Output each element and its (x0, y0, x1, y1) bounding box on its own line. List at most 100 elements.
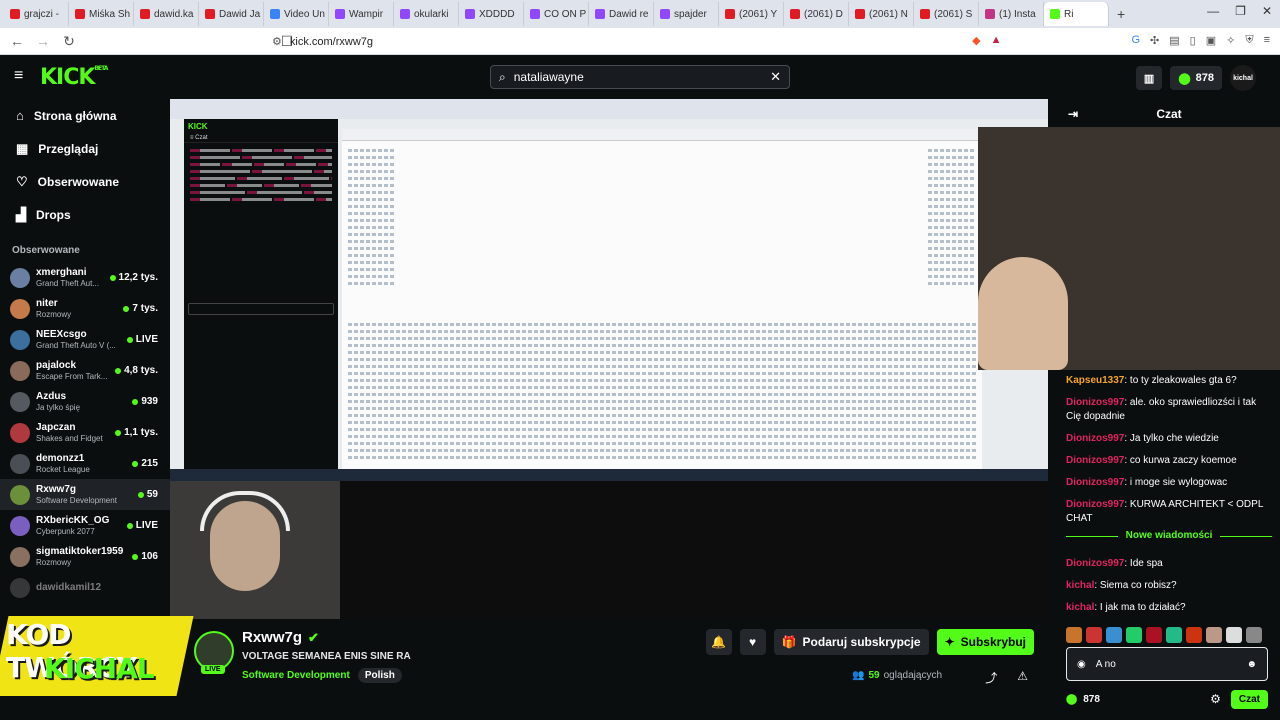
followed-channel[interactable]: dawidkamil12 (0, 572, 170, 603)
leo-icon[interactable]: ✧ (1226, 34, 1235, 47)
kick-logo[interactable]: KICKBETA (40, 65, 108, 90)
emote-7[interactable] (1186, 627, 1202, 643)
playlist-icon[interactable]: ▤ (1169, 34, 1179, 47)
search-input[interactable]: nataliawayne (514, 70, 762, 84)
browser-tab[interactable]: (1) Insta (979, 2, 1044, 26)
notification-button[interactable]: 🔔 (705, 629, 732, 655)
chat-username[interactable]: kichal (1066, 602, 1094, 613)
stream-category[interactable]: Software Development (242, 670, 350, 681)
browser-tab[interactable]: (2061) S (914, 2, 979, 26)
user-avatar[interactable]: kichal (1230, 65, 1256, 91)
browser-tab[interactable]: Dawid re (589, 2, 654, 26)
followed-channel[interactable]: Rxww7g Software Development 59 (0, 479, 170, 510)
emote-5[interactable] (1146, 627, 1162, 643)
emote-9[interactable] (1226, 627, 1242, 643)
browser-tab[interactable]: Wampir (329, 2, 394, 26)
hamburger-menu-icon[interactable]: ≡ (14, 67, 23, 85)
followed-channel[interactable]: demonzz1 Rocket League 215 (0, 448, 170, 479)
collapse-chat-icon[interactable]: ⇥ (1068, 107, 1078, 121)
back-icon[interactable]: ← (8, 33, 26, 49)
browser-tab[interactable]: (2061) D (784, 2, 849, 26)
site-info-icon[interactable]: ⚙ (272, 35, 282, 48)
menu-icon[interactable]: ≡ (1264, 34, 1270, 47)
close-window-icon[interactable]: ✕ (1262, 4, 1272, 18)
minimize-icon[interactable]: — (1207, 4, 1219, 18)
followed-channel[interactable]: RXbericKK_OG Cyberpunk 2077 LIVE (0, 510, 170, 541)
followed-channel[interactable]: pajalock Escape From Tark... 4,8 tys. (0, 355, 170, 386)
browser-tab[interactable]: (2061) N (849, 2, 914, 26)
stream-category-row: Software Development Polish (242, 668, 402, 683)
chat-username[interactable]: Dionizos997 (1066, 558, 1124, 569)
chat-username[interactable]: Dionizos997 (1066, 433, 1124, 444)
chat-username[interactable]: Kapseu1337 (1066, 375, 1124, 386)
clear-search-icon[interactable]: ✕ (770, 69, 781, 85)
follow-button[interactable]: ♥ (739, 629, 766, 655)
chat-username[interactable]: Dionizos997 (1066, 499, 1124, 510)
streamer-name[interactable]: Rxww7g (242, 629, 302, 646)
inbox-button[interactable]: ▥ (1135, 66, 1163, 90)
browser-tab[interactable]: Miśka Sh (69, 2, 134, 26)
forward-icon[interactable]: → (34, 33, 52, 49)
sidebar-nav-item[interactable]: ▦ Przeglądaj (0, 132, 170, 165)
sidebar-nav-item[interactable]: ▟ Drops (0, 198, 170, 231)
browser-tab[interactable]: Dawid Ja (199, 2, 264, 26)
browser-tab[interactable]: XDDDD (459, 2, 524, 26)
wallet-icon[interactable]: ▣ (1206, 34, 1216, 47)
sidebar-nav-item[interactable]: ♡ Obserwowane (0, 165, 170, 198)
url-field[interactable]: ⚙ kick.com/rxww7g (272, 32, 992, 51)
followed-channel[interactable]: Japczan Shakes and Fidget 1,1 tys. (0, 417, 170, 448)
subscribe-button[interactable]: ✦ Subskrybuj (936, 629, 1034, 655)
emote-4[interactable] (1126, 627, 1142, 643)
share-icon[interactable]: ⤴ (985, 669, 997, 686)
chat-input[interactable]: A no (1096, 659, 1237, 670)
brave-shield-icon[interactable]: ◆ (972, 34, 980, 47)
extensions-icon[interactable]: ✣ (1150, 34, 1159, 47)
browser-tab[interactable]: Ri (1044, 2, 1109, 26)
reload-icon[interactable]: ↻ (60, 33, 78, 50)
sidebar-nav-item[interactable]: ⌂ Strona główna (0, 99, 170, 132)
sidebar-icon[interactable]: ▯ (1190, 34, 1196, 47)
gift-sub-button[interactable]: 🎁 Podaruj subskrypcje (773, 629, 929, 655)
channel-avatar (10, 422, 30, 443)
window-controls: — ❐ ✕ (1207, 4, 1272, 18)
chat-username[interactable]: kichal (1066, 580, 1094, 591)
chat-username[interactable]: Dionizos997 (1066, 455, 1124, 466)
chat-settings-icon[interactable]: ⚙ (1210, 692, 1221, 706)
emote-3[interactable] (1106, 627, 1122, 643)
followed-channel[interactable]: Azdus Ja tylko śpię 939 (0, 386, 170, 417)
emote-10[interactable] (1246, 627, 1262, 643)
browser-tab[interactable]: Video Un (264, 2, 329, 26)
emote-1[interactable] (1066, 627, 1082, 643)
search-box[interactable]: ⌕ nataliawayne ✕ (490, 65, 790, 89)
channel-category: Software Development (36, 495, 117, 505)
emote-2[interactable] (1086, 627, 1102, 643)
followed-channel[interactable]: sigmatiktoker1959 Rozmowy 106 (0, 541, 170, 572)
points-button[interactable]: ⬤ 878 (1170, 66, 1222, 90)
followed-channel[interactable]: xmerghani Grand Theft Aut... 12,2 tys. (0, 262, 170, 293)
chat-username[interactable]: Dionizos997 (1066, 477, 1124, 488)
chat-username[interactable]: Dionizos997 (1066, 397, 1124, 408)
video-player[interactable]: KICK ≡ Czat (170, 99, 1048, 619)
emoji-icon[interactable]: ☻ (1246, 659, 1257, 670)
emote-6[interactable] (1166, 627, 1182, 643)
chat-points[interactable]: ⬤ 878 (1066, 694, 1100, 705)
browser-tab[interactable]: dawid.ka (134, 2, 199, 26)
emote-8[interactable] (1206, 627, 1222, 643)
browser-tab[interactable]: spajder (654, 2, 719, 26)
translate-icon[interactable]: G (1131, 34, 1140, 47)
chat-identity-icon[interactable]: ◉ (1077, 659, 1086, 670)
vpn-icon[interactable]: ⛨ (1245, 34, 1253, 47)
rewards-icon[interactable]: ▲ (991, 34, 1002, 47)
maximize-icon[interactable]: ❐ (1235, 4, 1246, 18)
new-tab-icon[interactable]: + (1117, 6, 1125, 22)
browser-tab[interactable]: okularki (394, 2, 459, 26)
chat-send-button[interactable]: Czat (1230, 689, 1268, 709)
browser-tab[interactable]: CO ON P (524, 2, 589, 26)
browser-tab[interactable]: (2061) Y (719, 2, 784, 26)
chat-input-box[interactable]: ◉ A no ☻ (1066, 647, 1268, 681)
followed-channel[interactable]: niter Rozmowy 7 tys. (0, 293, 170, 324)
browser-tab[interactable]: grajczi - (4, 2, 69, 26)
language-tag[interactable]: Polish (357, 668, 402, 683)
clip-icon[interactable]: ⚠ (1017, 669, 1028, 686)
followed-channel[interactable]: NEEXcsgo Grand Theft Auto V (... LIVE (0, 324, 170, 355)
